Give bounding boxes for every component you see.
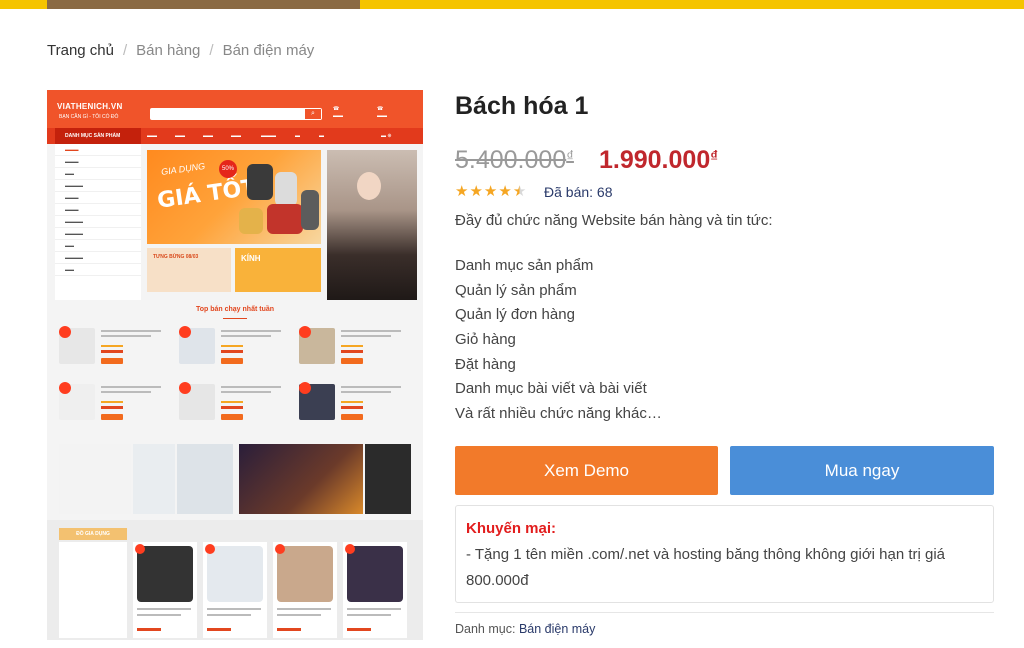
product-title: Bách hóa 1 [455,92,589,120]
feature-list: Danh mục sản phẩm Quản lý sản phẩm Quản … [455,255,662,428]
preview-category-menu: DANH MỤC SẢN PHẨM [55,128,141,144]
preview-product [59,326,171,376]
product-image[interactable]: VIATHENICH.VN BẠN CẦN GÌ - TÔI CÓ ĐÓ ⌕ ☎… [47,90,423,640]
preview-product [179,326,291,376]
preview-category-section: ĐỒ GIA DỤNG [47,520,423,640]
star-full-icon: ★ [498,183,512,200]
preview-slogan: BẠN CẦN GÌ - TÔI CÓ ĐÓ [59,114,119,120]
divider [455,612,994,613]
product-category: Danh mục: Bán điện máy [455,622,595,636]
feature-item: Và rất nhiều chức năng khác… [455,405,662,423]
top-accent-bar [0,0,1024,9]
preview-product [299,326,411,376]
preview-search-box [150,108,322,120]
feature-item: Giỏ hàng [455,331,516,349]
star-full-icon: ★ [483,183,498,200]
preview-product [59,382,171,432]
star-full-icon: ★ [455,183,469,200]
preview-small-banner-1: TƯNG BỪNG 08/03 [147,248,231,292]
star-half-icon: ★ [512,183,527,200]
old-price: 5.400.000₫ [455,146,574,174]
preview-hotline-2: ☎ ▬▬ [377,106,387,119]
preview-product [299,382,411,432]
preview-small-banner-2: KÍNH [235,248,321,292]
preview-nav-link: ▬ [319,133,324,139]
preview-promo-strip [59,444,423,514]
preview-banner-badge: 50% [219,160,237,178]
breadcrumb-separator: / [122,42,128,59]
preview-hotline: ☎ ▬▬ [333,106,343,119]
feature-item: Danh mục sản phẩm [455,257,594,274]
preview-banner-line1: GIA DỤNG [160,160,206,178]
feature-item: Quản lý đơn hàng [455,306,575,324]
preview-cart-icon: ▬ ⊕ [381,133,392,139]
breadcrumb-item-ban-dien-may[interactable]: Bán điện máy [223,42,315,59]
breadcrumb-home[interactable]: Trang chủ [47,42,114,59]
preview-nav: DANH MỤC SẢN PHẨM ▬▬ ▬▬ ▬▬ ▬▬ ▬▬▬ ▬ ▬ ▬ … [47,128,423,144]
promotion-title: Khuyến mại: [466,520,557,537]
feature-item: Quản lý sản phẩm [455,281,577,299]
feature-item: Đặt hàng [455,355,516,373]
view-demo-button[interactable]: Xem Demo [455,446,718,495]
preview-best-seller-heading: Top bán chạy nhất tuần [195,306,275,313]
category-link[interactable]: Bán điện máy [519,622,595,636]
product-description: Đầy đủ chức năng Website bán hàng và tin… [455,212,773,229]
sold-count: Đã bán: 68 [544,184,613,200]
preview-model-photo [327,150,417,300]
preview-nav-link: ▬▬ [147,133,157,139]
preview-section-label: ĐỒ GIA DỤNG [59,528,127,540]
preview-nav-link: ▬▬ [203,133,213,139]
breadcrumb: Trang chủ / Bán hàng / Bán điện máy [47,42,314,59]
preview-search-icon: ⌕ [305,109,321,119]
star-full-icon: ★ [469,183,483,200]
category-label: Danh mục: [455,622,516,636]
preview-nav-link: ▬▬▬ [261,133,276,139]
buy-now-button[interactable]: Mua ngay [730,446,994,495]
preview-product [179,382,291,432]
preview-banner: GIA DỤNG GIÁ TỐT 50% [147,150,321,244]
preview-nav-link: ▬▬ [175,133,185,139]
preview-nav-link: ▬ [295,133,300,139]
preview-sidebar: ▬▬▬ ▬▬▬ ▬▬ ▬▬▬▬ ▬▬▬ ▬▬▬ ▬▬▬▬ ▬▬▬▬ ▬▬ ▬▬▬… [55,144,141,300]
star-rating: ★★★★★ [455,182,527,200]
preview-header: VIATHENICH.VN BẠN CẦN GÌ - TÔI CÓ ĐÓ ⌕ ☎… [47,90,423,128]
preview-nav-link: ▬▬ [231,133,241,139]
top-accent-bar-segment [47,0,360,9]
sale-price: 1.990.000₫ [599,146,718,174]
breadcrumb-separator: / [209,42,214,59]
preview-product-grid [59,326,411,436]
promotion-box: Khuyến mại: - Tặng 1 tên miền .com/.net … [455,505,994,603]
promotion-text: - Tặng 1 tên miền .com/.net và hosting b… [466,546,946,589]
breadcrumb-item-ban-hang[interactable]: Bán hàng [136,42,200,59]
preview-logo: VIATHENICH.VN [57,102,123,111]
feature-item: Danh mục bài viết và bài viết [455,380,647,398]
